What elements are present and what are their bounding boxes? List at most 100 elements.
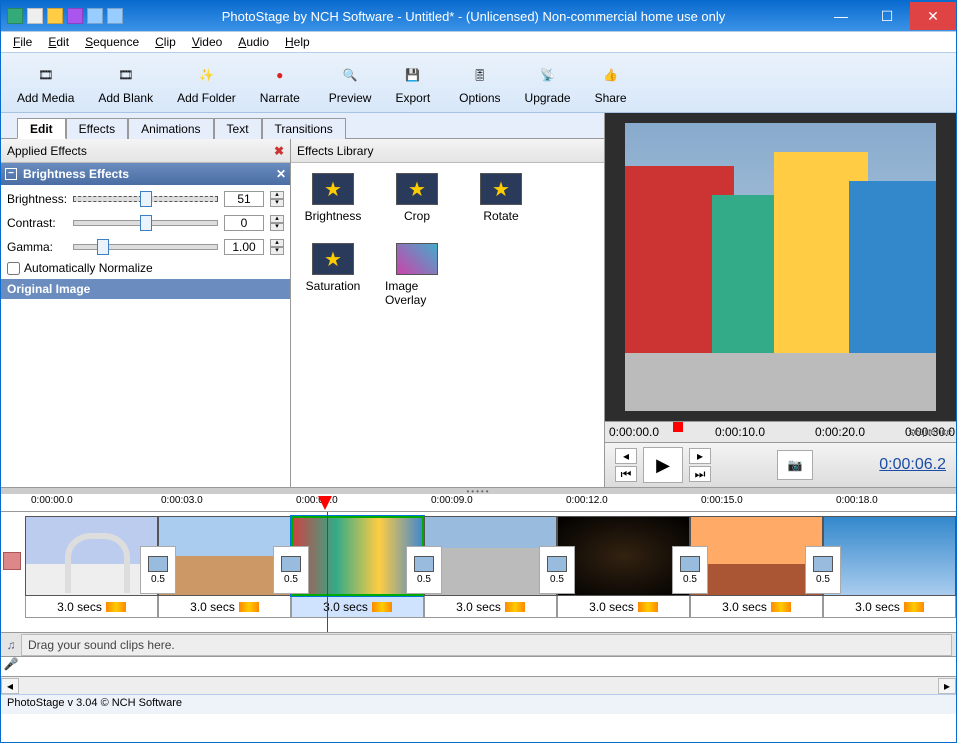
prev-frame-button[interactable]: ◂ [615, 448, 637, 464]
qat-icon[interactable] [67, 8, 83, 24]
record-icon: ● [266, 61, 294, 89]
tick: 0:00:15.0 [701, 495, 743, 506]
scroll-left-button[interactable]: ◂ [1, 678, 19, 694]
effect-saturation[interactable]: ★Saturation [301, 243, 365, 307]
clip-duration: 3.0 secs [456, 600, 501, 614]
menu-clip[interactable]: Clip [147, 33, 184, 51]
last-frame-button[interactable]: ⏭ [689, 466, 711, 482]
save-film-icon: 💾 [399, 61, 427, 89]
effect-name: Brightness Effects [23, 167, 129, 181]
menu-sequence[interactable]: Sequence [77, 33, 147, 51]
timeline-clip[interactable]: 3.0 secs 0.5 [424, 516, 557, 628]
first-frame-button[interactable]: ⏮ [615, 466, 637, 482]
narrate-button[interactable]: ●Narrate [248, 59, 312, 107]
playhead-icon[interactable] [673, 422, 683, 432]
close-effect-button[interactable]: ✕ [276, 167, 286, 181]
timeline-clip[interactable]: 3.0 secs 0.5 [158, 516, 291, 628]
original-image-row[interactable]: Original Image [1, 279, 290, 299]
transition[interactable]: 0.5 [672, 546, 708, 594]
brightness-slider[interactable] [73, 196, 218, 202]
snapshot-button[interactable]: 📷 [777, 450, 813, 480]
tab-effects[interactable]: Effects [66, 118, 128, 139]
timecode[interactable]: 0:00:06.2 [879, 456, 946, 474]
contrast-spinner[interactable]: ▴▾ [270, 215, 284, 231]
menu-file[interactable]: File [5, 33, 40, 51]
timeline-ruler[interactable]: 0:00:00.0 0:00:03.0 0:00:06.0 0:00:09.0 … [1, 494, 956, 512]
close-button[interactable]: ✕ [910, 2, 956, 30]
redo-icon[interactable] [107, 8, 123, 24]
menu-audio[interactable]: Audio [230, 33, 277, 51]
maximize-button[interactable]: ☐ [864, 2, 910, 30]
preview-ruler[interactable]: 0:00:00.0 0:00:10.0 0:00:20.0 0:00:30.0 [605, 421, 956, 443]
next-frame-button[interactable]: ▸ [689, 448, 711, 464]
upgrade-icon: 📡 [534, 61, 562, 89]
add-folder-button[interactable]: ✨Add Folder [165, 59, 248, 107]
effect-rotate[interactable]: ★Rotate [469, 173, 533, 223]
collapse-icon[interactable]: − [5, 168, 17, 180]
effect-icon: ★ [312, 173, 354, 205]
effects-library-panel: Effects Library ★Brightness ★Crop ★Rotat… [291, 139, 604, 487]
effect-image-overlay[interactable]: Image Overlay [385, 243, 449, 307]
duration-icon [106, 602, 126, 612]
contrast-value[interactable]: 0 [224, 215, 264, 231]
preview-button[interactable]: 🔍Preview [317, 59, 384, 107]
video-track[interactable]: 3.0 secs 0.5 3.0 secs 0.5 3.0 secs 0.5 3… [1, 512, 956, 632]
share-button[interactable]: 👍Share [583, 59, 639, 107]
upgrade-button[interactable]: 📡Upgrade [513, 59, 583, 107]
transition[interactable]: 0.5 [539, 546, 575, 594]
scroll-right-button[interactable]: ▸ [938, 678, 956, 694]
timeline-clip[interactable]: 3.0 secs [823, 516, 956, 628]
transition[interactable]: 0.5 [140, 546, 176, 594]
effect-header[interactable]: − Brightness Effects ✕ [1, 163, 290, 185]
transition[interactable]: 0.5 [805, 546, 841, 594]
main-area: Edit Effects Animations Text Transitions… [1, 113, 956, 487]
minimize-button[interactable]: — [818, 2, 864, 30]
export-button[interactable]: 💾Export [383, 59, 442, 107]
options-button[interactable]: 🎚Options [447, 59, 512, 107]
timeline-playhead[interactable] [318, 496, 332, 510]
transition[interactable]: 0.5 [273, 546, 309, 594]
add-blank-button[interactable]: 🎞Add Blank [86, 59, 165, 107]
undo-icon[interactable] [87, 8, 103, 24]
audio-track[interactable]: ♫ Drag your sound clips here. [1, 632, 956, 656]
contrast-slider[interactable] [73, 220, 218, 226]
qat-icon[interactable] [7, 8, 23, 24]
clip-thumbnail [291, 516, 424, 596]
tab-animations[interactable]: Animations [128, 118, 213, 139]
add-media-button[interactable]: 🎞Add Media [5, 59, 86, 107]
tab-transitions[interactable]: Transitions [262, 118, 346, 139]
transition[interactable]: 0.5 [406, 546, 442, 594]
label: Preview [329, 91, 372, 105]
brightness-spinner[interactable]: ▴▾ [270, 191, 284, 207]
transition-icon [547, 556, 567, 572]
timeline-clip[interactable]: 3.0 secs 0.5 [690, 516, 823, 628]
remove-effect-button[interactable]: ✖ [274, 144, 284, 158]
transition-icon [148, 556, 168, 572]
timeline-scrollbar[interactable]: ◂ ▸ [1, 676, 956, 694]
narration-track[interactable]: 🎤 [1, 656, 956, 676]
brightness-value[interactable]: 51 [224, 191, 264, 207]
wand-icon: ✨ [192, 61, 220, 89]
menu-edit[interactable]: Edit [40, 33, 77, 51]
timeline-clip[interactable]: 3.0 secs 0.5 [557, 516, 690, 628]
timeline-clip[interactable]: 3.0 secs 0.5 [291, 516, 424, 628]
menu-video[interactable]: Video [184, 33, 230, 51]
qat-icon[interactable] [47, 8, 63, 24]
gamma-value[interactable]: 1.00 [224, 239, 264, 255]
play-button[interactable]: ▶ [643, 447, 683, 483]
menu-help[interactable]: Help [277, 33, 318, 51]
qat-icon[interactable] [27, 8, 43, 24]
transition-duration: 0.5 [417, 574, 431, 585]
clip-thumbnail [25, 516, 158, 596]
auto-normalize-checkbox[interactable] [7, 262, 20, 275]
effect-brightness[interactable]: ★Brightness [301, 173, 365, 223]
tab-text[interactable]: Text [214, 118, 262, 139]
gamma-spinner[interactable]: ▴▾ [270, 239, 284, 255]
playhead-line [327, 512, 328, 632]
effect-crop[interactable]: ★Crop [385, 173, 449, 223]
timeline-clip[interactable]: 3.0 secs 0.5 [25, 516, 158, 628]
tick: 0:00:18.0 [836, 495, 878, 506]
tab-edit[interactable]: Edit [17, 118, 66, 139]
track-icon[interactable] [3, 552, 21, 570]
gamma-slider[interactable] [73, 244, 218, 250]
